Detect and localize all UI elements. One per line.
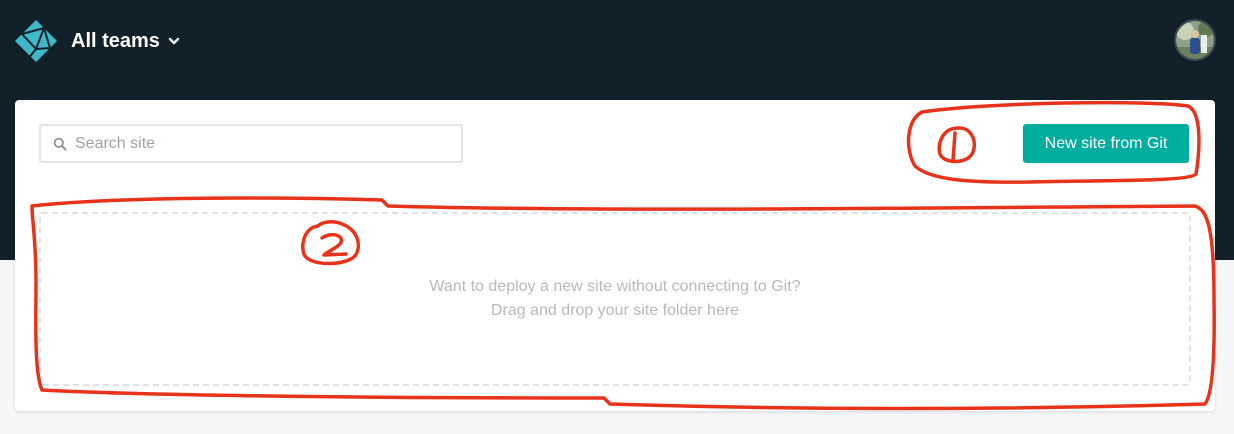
- chevron-down-icon: [168, 37, 180, 45]
- netlify-logo-icon[interactable]: [14, 19, 58, 63]
- new-site-from-git-button[interactable]: New site from Git: [1023, 124, 1189, 163]
- dropzone-prompt: Want to deploy a new site without connec…: [429, 278, 801, 295]
- team-switcher[interactable]: All teams: [71, 28, 181, 54]
- search-field[interactable]: [39, 124, 463, 163]
- search-input[interactable]: [75, 134, 455, 153]
- sites-panel: New site from Git Want to deploy a new s…: [15, 100, 1215, 411]
- search-icon: [53, 137, 67, 151]
- dropzone-instruction: Drag and drop your site folder here: [490, 302, 740, 319]
- site-folder-dropzone[interactable]: Want to deploy a new site without connec…: [39, 212, 1191, 386]
- team-switcher-label: All teams: [71, 29, 160, 52]
- user-avatar-icon[interactable]: [1174, 19, 1216, 61]
